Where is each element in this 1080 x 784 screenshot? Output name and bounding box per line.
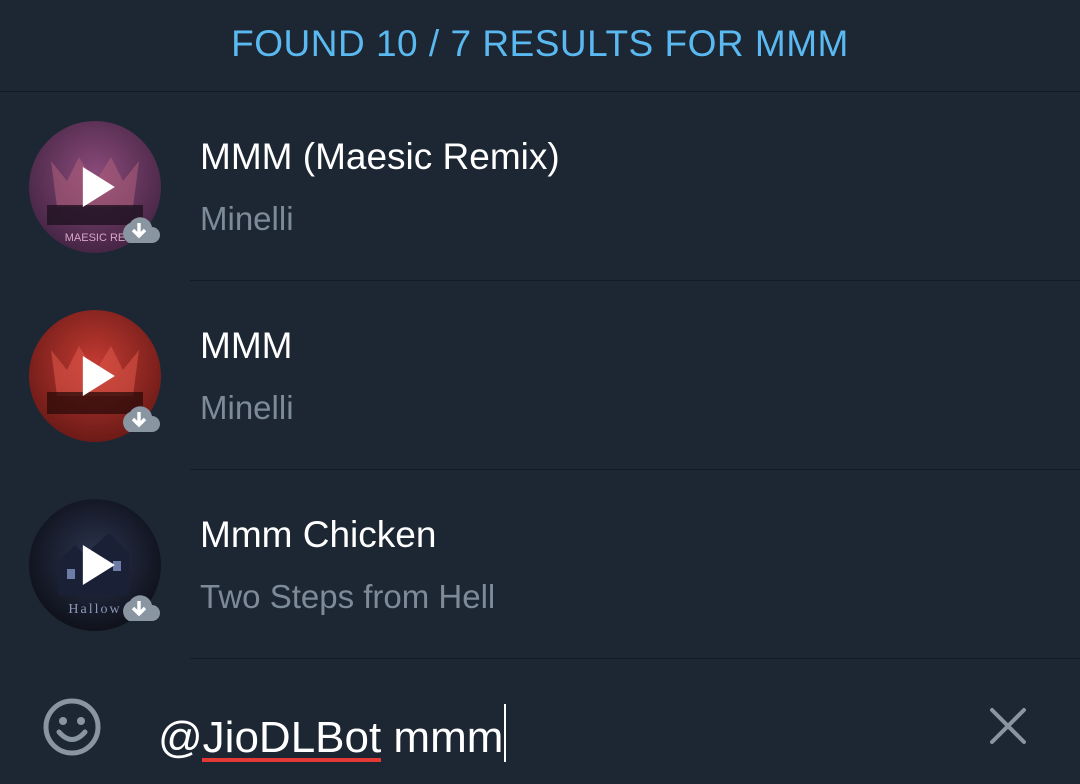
- list-item[interactable]: MMM Minelli: [0, 281, 1080, 470]
- track-artist: Two Steps from Hell: [200, 578, 496, 615]
- track-artist: Minelli: [200, 200, 294, 237]
- track-artist: Minelli: [200, 389, 294, 426]
- download-icon[interactable]: [117, 214, 161, 244]
- download-icon[interactable]: [117, 592, 161, 622]
- divider: [190, 658, 1080, 659]
- track-title: MMM: [200, 325, 293, 366]
- emoji-icon[interactable]: [42, 697, 102, 757]
- track-title: Mmm Chicken: [200, 514, 437, 555]
- track-title: MMM (Maesic Remix): [200, 136, 560, 177]
- album-art-text: Hallow: [68, 602, 121, 617]
- play-icon[interactable]: [82, 356, 115, 396]
- message-input-bar: @JioDLBot mmm: [0, 662, 1080, 784]
- bot-mention: @JioDLBot: [158, 713, 382, 762]
- text-cursor: [504, 704, 507, 762]
- close-icon[interactable]: [988, 706, 1028, 746]
- results-count-title: FOUND 10 / 7 RESULTS FOR MMM: [231, 22, 849, 64]
- play-icon[interactable]: [82, 167, 115, 207]
- list-item[interactable]: Hallow Mmm Chicken Two Steps from Hell: [0, 470, 1080, 659]
- query-text: mmm: [381, 713, 504, 762]
- download-icon[interactable]: [117, 403, 161, 433]
- results-list: MAESIC RE MMM (Maesic Remix) Minelli MMM…: [0, 92, 1080, 659]
- spellcheck-underline: [202, 758, 382, 762]
- message-input[interactable]: @JioDLBot mmm: [158, 704, 507, 763]
- play-icon[interactable]: [82, 545, 115, 585]
- results-header: FOUND 10 / 7 RESULTS FOR MMM: [0, 0, 1080, 92]
- list-item[interactable]: MAESIC RE MMM (Maesic Remix) Minelli: [0, 92, 1080, 281]
